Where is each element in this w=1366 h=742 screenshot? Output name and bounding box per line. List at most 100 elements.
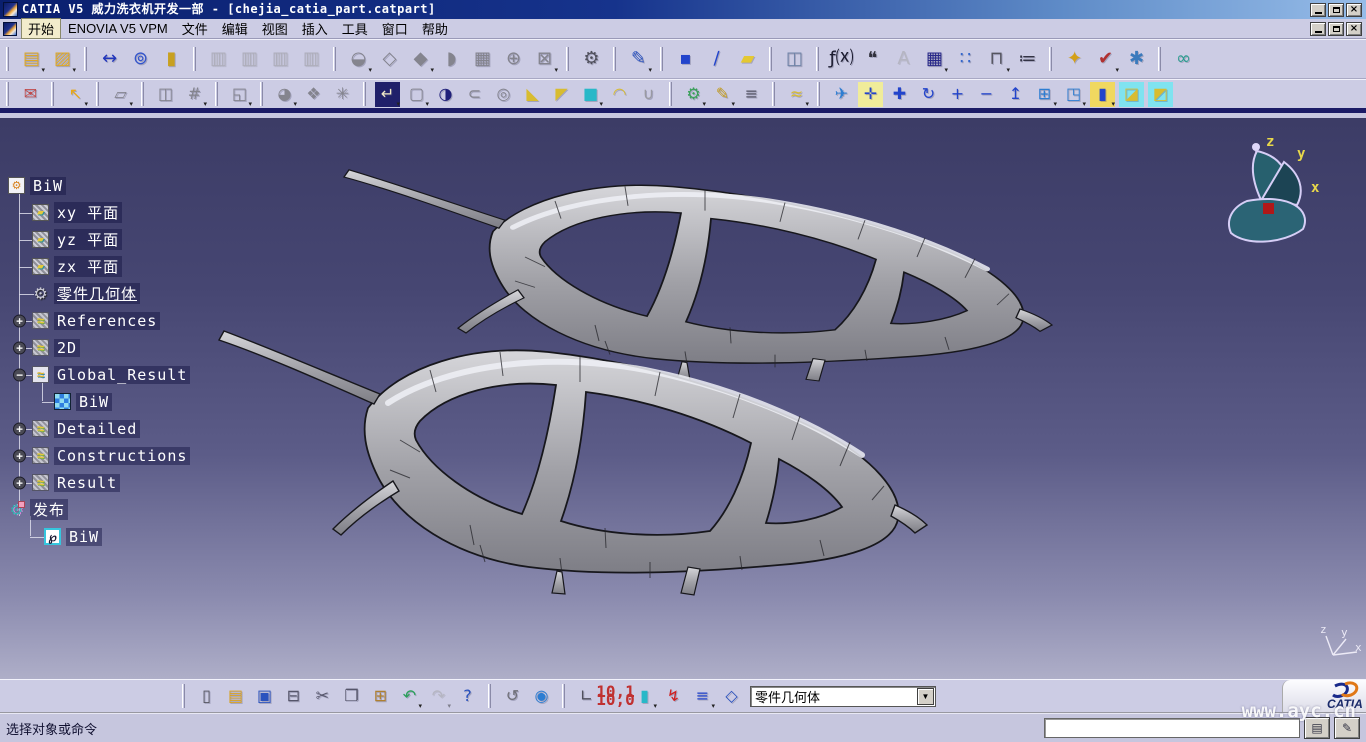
toolbar-handle[interactable]: [816, 47, 819, 71]
expand-icon[interactable]: +: [13, 449, 26, 462]
catalog-browser-icon[interactable]: ◫: [781, 46, 808, 73]
toolbar-handle[interactable]: [96, 82, 99, 106]
knowledge-check-icon[interactable]: ✔▾: [1092, 46, 1119, 73]
toolbar-handle[interactable]: [333, 47, 336, 71]
tree-item-References[interactable]: +References: [6, 307, 266, 334]
doc-close-button[interactable]: ×: [1346, 22, 1362, 36]
menu-item-编辑[interactable]: 编辑: [215, 18, 255, 39]
toolbar-handle[interactable]: [260, 82, 263, 106]
power-input-button[interactable]: ▤: [1304, 717, 1330, 739]
pointer-hand-icon[interactable]: ◉: [529, 684, 554, 709]
formula-icon[interactable]: ƒ⒳: [828, 46, 855, 73]
knowledge-rule-icon[interactable]: ✦: [1061, 46, 1088, 73]
tree-item-BiW[interactable]: BiW: [6, 523, 266, 550]
tree-item-发布[interactable]: 发布: [6, 496, 266, 523]
checker-icon[interactable]: [54, 393, 71, 410]
split-icon[interactable]: ◒▾: [345, 46, 372, 73]
send-to-icon[interactable]: ✉: [18, 82, 43, 107]
save-icon[interactable]: ▣: [252, 684, 277, 709]
pubs-icon[interactable]: [8, 501, 25, 518]
extract-icon[interactable]: ◗: [438, 46, 465, 73]
tree-item-BiW[interactable]: BiW: [6, 172, 266, 199]
plane-icon[interactable]: [32, 258, 49, 275]
work-on-support-icon[interactable]: ▢▾: [404, 82, 429, 107]
toolbar-handle[interactable]: [1049, 47, 1052, 71]
specification-list-icon[interactable]: ≡: [739, 82, 764, 107]
sketcher-icon[interactable]: ✎▾: [625, 46, 652, 73]
toolbar-handle[interactable]: [363, 82, 366, 106]
pan-icon[interactable]: ✚: [887, 82, 912, 107]
menu-item-工具[interactable]: 工具: [335, 18, 375, 39]
rotate-icon[interactable]: ↻: [916, 82, 941, 107]
toolbar-handle[interactable]: [817, 82, 820, 106]
expand-icon[interactable]: +: [13, 476, 26, 489]
constraint-pair-icon[interactable]: ∞: [1170, 46, 1197, 73]
toolbar-handle[interactable]: [193, 47, 196, 71]
geoset-open-icon[interactable]: [32, 366, 49, 383]
command-input[interactable]: [1044, 718, 1300, 738]
expand-icon[interactable]: +: [13, 422, 26, 435]
normal-view-icon[interactable]: ↥: [1003, 82, 1028, 107]
measure-between-icon[interactable]: ↔: [96, 46, 123, 73]
expand-icon[interactable]: +: [13, 314, 26, 327]
toolbar-handle[interactable]: [6, 82, 9, 106]
work-object-combo[interactable]: 零件几何体 ▼: [750, 686, 936, 707]
isolate-cube-icon[interactable]: ■▾: [578, 82, 603, 107]
plane-icon[interactable]: [32, 204, 49, 221]
new-icon[interactable]: ▯: [194, 684, 219, 709]
design-table-icon[interactable]: ▦▾: [921, 46, 948, 73]
tree-item-零件几何体[interactable]: 零件几何体: [6, 280, 266, 307]
tree-item-Detailed[interactable]: +Detailed: [6, 415, 266, 442]
menu-item-插入[interactable]: 插入: [295, 18, 335, 39]
healing-icon[interactable]: ▦: [469, 46, 496, 73]
tree-item-BiW[interactable]: BiW: [6, 388, 266, 415]
relations-icon[interactable]: ∷: [952, 46, 979, 73]
cut-icon[interactable]: ✂: [310, 684, 335, 709]
tree-item-zx 平面[interactable]: zx 平面: [6, 253, 266, 280]
toolbar-handle[interactable]: [51, 82, 54, 106]
line-icon[interactable]: ∕: [703, 46, 730, 73]
print-icon[interactable]: ⊟: [281, 684, 306, 709]
fit-all-icon[interactable]: ✛: [858, 82, 883, 107]
cylinder-icon[interactable]: ⊂: [462, 82, 487, 107]
pad-surface-icon[interactable]: ◣: [520, 82, 545, 107]
geoset-icon[interactable]: [32, 420, 49, 437]
dialog-toggle-button[interactable]: ✎: [1334, 717, 1360, 739]
expand-icon[interactable]: +: [13, 341, 26, 354]
rough-offset-icon[interactable]: ❖: [301, 82, 326, 107]
toolbar-handle[interactable]: [84, 47, 87, 71]
structure-filter-icon[interactable]: ≡▾: [690, 684, 715, 709]
part-catalog-icon[interactable]: ▮▾: [632, 684, 657, 709]
viewport-3d[interactable]: z y x z y x BiWxy 平面yz 平面zx 平面零件几何体+Refe…: [0, 118, 1366, 679]
plane-surface-icon[interactable]: ▰: [734, 46, 761, 73]
toolbar-handle[interactable]: [141, 82, 144, 106]
settings-gear-icon[interactable]: ⚙: [578, 46, 605, 73]
units-icon[interactable]: 10,1 10,0: [603, 684, 628, 709]
geoset-icon[interactable]: [32, 474, 49, 491]
template-mail-icon[interactable]: ✎▾: [710, 82, 735, 107]
whats-this-icon[interactable]: ?: [455, 684, 480, 709]
tree-item-Result[interactable]: +Result: [6, 469, 266, 496]
refresh-web-icon[interactable]: ↺: [500, 684, 525, 709]
open-icon[interactable]: ▤: [223, 684, 248, 709]
point-icon[interactable]: ▪: [672, 46, 699, 73]
part-icon[interactable]: [8, 177, 25, 194]
menu-item-窗口[interactable]: 窗口: [375, 18, 415, 39]
close-button[interactable]: ×: [1346, 3, 1362, 17]
toolbar-handle[interactable]: [182, 684, 185, 708]
scaling-icon[interactable]: ◱▾: [227, 82, 252, 107]
open-catalog-icon[interactable]: ▤▾: [18, 46, 45, 73]
quick-view-icon[interactable]: ⊞▾: [1032, 82, 1057, 107]
hide-show-icon[interactable]: ◪: [1119, 82, 1144, 107]
pub-icon[interactable]: [44, 528, 61, 545]
sweep-surface-icon[interactable]: ◠: [607, 82, 632, 107]
geoset-icon[interactable]: [32, 312, 49, 329]
zoom-in-icon[interactable]: +: [945, 82, 970, 107]
instantiate-icon[interactable]: ▱▾: [108, 82, 133, 107]
combo-dropdown-icon[interactable]: ▼: [917, 688, 934, 705]
body-icon[interactable]: [32, 285, 49, 302]
bump-icon[interactable]: ✳: [330, 82, 355, 107]
surfaces-stack-icon[interactable]: ≈▾: [784, 82, 809, 107]
tree-item-Constructions[interactable]: +Constructions: [6, 442, 266, 469]
menu-item-帮助[interactable]: 帮助: [415, 18, 455, 39]
